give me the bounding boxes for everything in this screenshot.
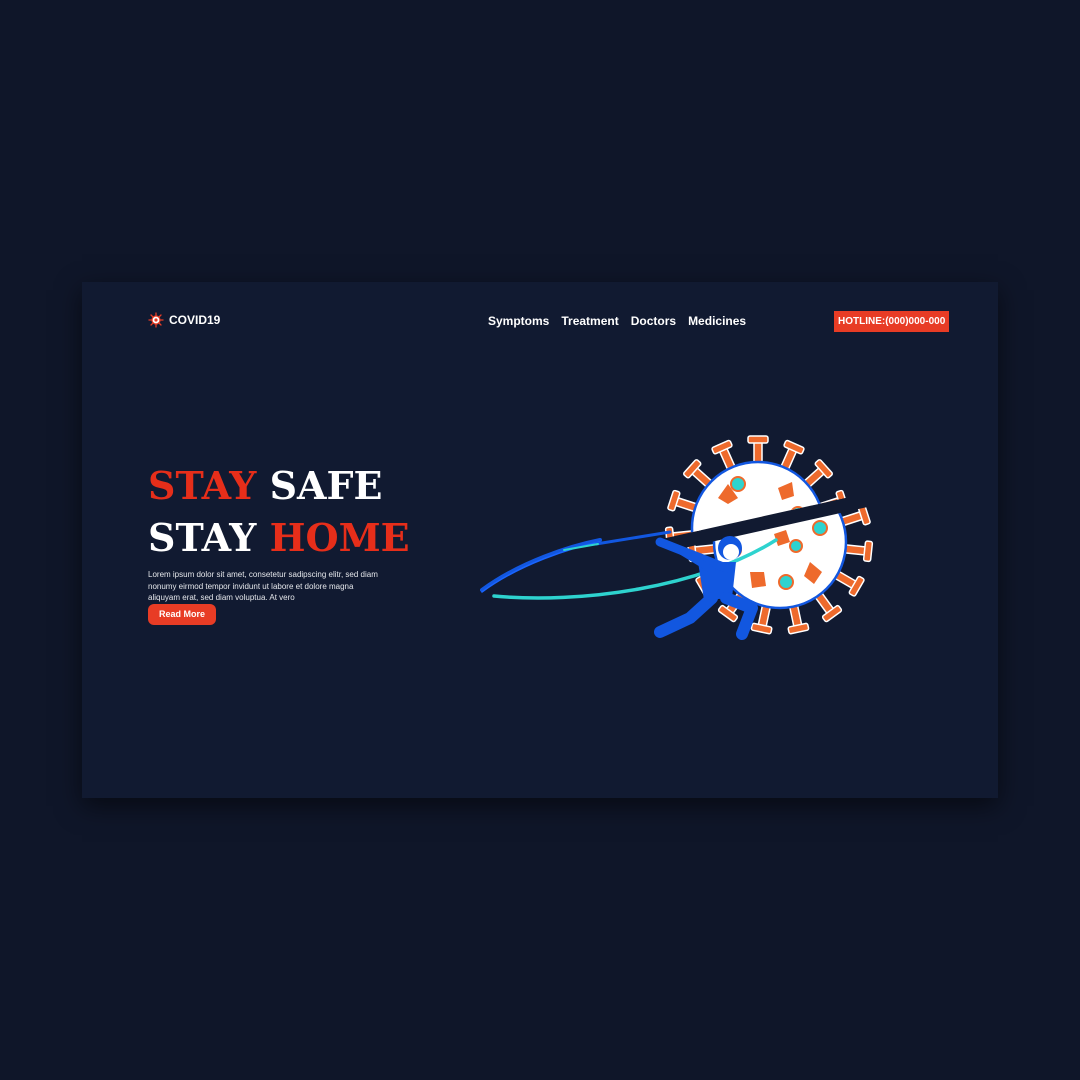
hero-headline: STAY SAFE STAY HOME [148, 460, 410, 564]
headline-stay-1: STAY [148, 463, 257, 508]
nav-treatment[interactable]: Treatment [561, 314, 618, 328]
logo[interactable]: COVID19 [148, 312, 220, 328]
headline-line-2: STAY HOME [148, 512, 410, 564]
ninja-slicing-virus-illustration [480, 422, 890, 657]
nav-symptoms[interactable]: Symptoms [488, 314, 549, 328]
nav-doctors[interactable]: Doctors [631, 314, 676, 328]
logo-text: COVID19 [169, 313, 221, 327]
virus-icon [148, 312, 164, 328]
nav-medicines[interactable]: Medicines [688, 314, 746, 328]
landing-page-card: COVID19 Symptoms Treatment Doctors Medic… [82, 282, 998, 798]
ninja-figure [563, 530, 758, 640]
hero-description: Lorem ipsum dolor sit amet, consetetur s… [148, 570, 378, 602]
headline-home: HOME [269, 515, 410, 560]
headline-safe: SAFE [269, 463, 383, 508]
headline-line-1: STAY SAFE [148, 460, 410, 512]
read-more-button[interactable]: Read More [148, 604, 216, 625]
main-nav: Symptoms Treatment Doctors Medicines [488, 314, 746, 328]
page-backdrop: COVID19 Symptoms Treatment Doctors Medic… [0, 0, 1080, 1080]
hotline-button[interactable]: HOTLINE:(000)000-000 [834, 311, 950, 332]
illustration-svg [480, 434, 874, 640]
headline-stay-2: STAY [148, 515, 257, 560]
